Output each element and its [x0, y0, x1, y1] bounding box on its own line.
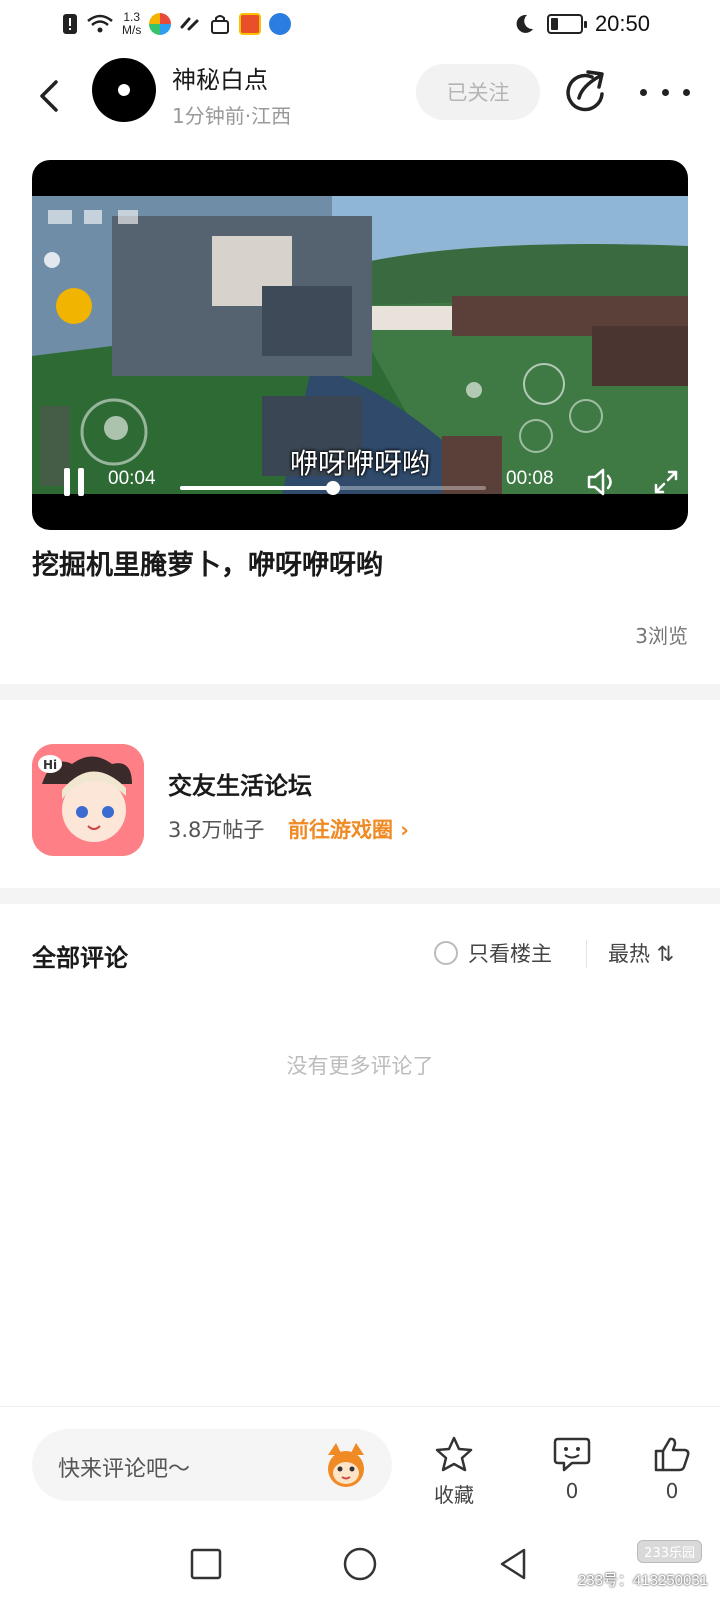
fullscreen-icon [654, 470, 678, 494]
forum-icon: Hi [32, 744, 144, 856]
comment-placeholder: 快来评论吧～ [58, 1457, 191, 1482]
volume-button[interactable] [584, 464, 620, 500]
link-icon [180, 17, 199, 31]
empty-comments-text: 没有更多评论了 [286, 1054, 434, 1078]
progress-bar[interactable] [180, 481, 486, 495]
recent-apps-button[interactable] [186, 1544, 226, 1584]
comment-icon [553, 1437, 591, 1472]
svg-text:Hi: Hi [43, 758, 57, 772]
radio-icon [434, 941, 458, 965]
comments-title: 全部评论 [32, 944, 128, 972]
author-avatar[interactable] [92, 58, 156, 122]
bag-icon [211, 15, 230, 34]
status-icons-right: 20:50 [513, 10, 650, 38]
volume-icon [587, 468, 612, 496]
post-header: 神秘白点 1分钟前·江西 已关注 [0, 48, 720, 148]
op-only-label: 只看楼主 [468, 942, 552, 966]
triangle-back-icon [500, 1548, 526, 1580]
watermark-text: 233号：413250031 [577, 1572, 708, 1589]
circle-icon [343, 1547, 377, 1581]
share-button[interactable] [562, 68, 610, 116]
square-icon [190, 1548, 222, 1580]
home-button[interactable] [340, 1544, 380, 1584]
network-speed: 1.3 M/s [122, 10, 142, 37]
back-button[interactable] [28, 74, 68, 118]
section-divider [0, 684, 720, 700]
bottom-action-bar: 快来评论吧～ 收藏 0 0 [0, 1406, 720, 1530]
game-app-icon [239, 13, 262, 35]
view-count: 3浏览 [635, 624, 688, 648]
status-icons-left: 1.3 M/s [62, 8, 292, 40]
progress-handle[interactable] [326, 481, 340, 495]
sort-hottest-button[interactable]: 最热 ⇅ [608, 938, 674, 968]
separator [586, 940, 587, 968]
post-meta: 1分钟前·江西 [172, 104, 292, 128]
mascot-emoji-icon[interactable] [322, 1441, 370, 1489]
forum-name[interactable]: 交友生活论坛 [168, 766, 312, 801]
moon-icon [516, 14, 533, 33]
clock: 20:50 [594, 11, 650, 36]
star-icon [435, 1436, 473, 1472]
pause-button[interactable] [60, 468, 88, 496]
favorite-label: 收藏 [434, 1483, 474, 1507]
author-name[interactable]: 神秘白点 [172, 60, 268, 95]
video-player[interactable]: 咿呀咿呀哟 00:04 00:08 [32, 160, 688, 530]
share-icon [566, 70, 604, 112]
follow-button[interactable]: 已关注 [416, 64, 540, 120]
status-bar: 1.3 M/s 20:50 [0, 0, 720, 48]
watermark-logo: 233乐园 [637, 1540, 702, 1563]
forum-card[interactable]: Hi 交友生活论坛 3.8万帖子 前往游戏圈 › [0, 712, 720, 888]
comment-count: 0 [565, 1479, 579, 1503]
back-nav-button[interactable] [494, 1544, 534, 1584]
chevron-left-icon [40, 80, 58, 112]
alert-icon [63, 14, 77, 34]
battery-icon [546, 14, 587, 34]
total-time: 00:08 [506, 468, 554, 489]
more-options-button[interactable] [640, 76, 690, 108]
app-notification-icon [149, 13, 172, 35]
comment-input[interactable]: 快来评论吧～ [32, 1429, 392, 1501]
op-only-toggle[interactable]: 只看楼主 [434, 938, 552, 968]
progress-played [180, 486, 333, 490]
favorite-button[interactable]: 收藏 [424, 1435, 484, 1508]
like-count: 0 [665, 1479, 679, 1503]
goto-forum-link[interactable]: 前往游戏圈 › [288, 814, 409, 844]
like-button[interactable]: 0 [642, 1435, 702, 1503]
browser-app-icon [269, 13, 292, 35]
fullscreen-button[interactable] [648, 464, 684, 500]
post-title: 挖掘机里腌萝卜，咿呀咿呀哟 [32, 550, 383, 581]
forum-post-count: 3.8万帖子 [168, 818, 265, 842]
wifi-icon [87, 14, 113, 33]
section-divider [0, 888, 720, 904]
thumbs-up-icon [654, 1437, 690, 1472]
comment-button[interactable]: 0 [542, 1435, 602, 1503]
current-time: 00:04 [108, 468, 156, 489]
